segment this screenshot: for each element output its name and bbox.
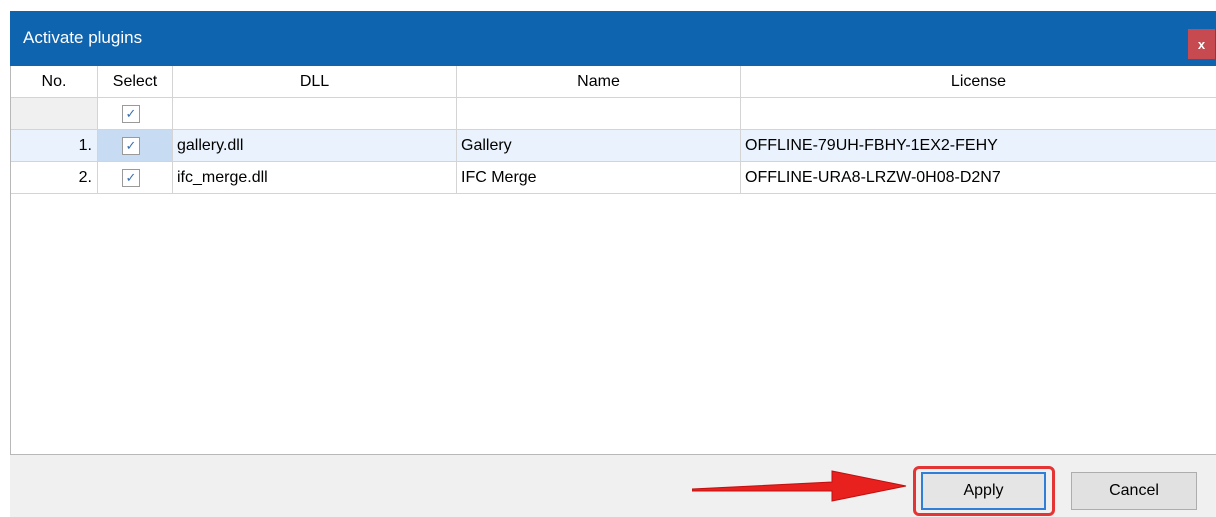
title-bar: Activate plugins x (10, 11, 1216, 66)
dialog-title: Activate plugins (23, 28, 143, 47)
row-select-cell: ✓ (98, 130, 173, 162)
filter-license-cell[interactable] (741, 98, 1216, 130)
activate-plugins-dialog: Activate plugins x No. Select DLL Name L… (10, 11, 1216, 517)
filter-dll-cell[interactable] (173, 98, 457, 130)
red-arrow-icon (692, 470, 907, 502)
column-header-license[interactable]: License (741, 66, 1216, 98)
row-select-checkbox[interactable]: ✓ (122, 136, 140, 155)
row-number: 1. (11, 130, 98, 162)
filter-name-cell[interactable] (457, 98, 741, 130)
row-select-cell: ✓ (98, 162, 173, 194)
plugins-grid: No. Select DLL Name License ✓ 1. ✓ galle… (10, 66, 1216, 455)
name-cell[interactable]: Gallery (457, 130, 741, 162)
select-all-checkbox[interactable]: ✓ (122, 104, 140, 123)
column-header-dll[interactable]: DLL (173, 66, 457, 98)
row-select-checkbox[interactable]: ✓ (122, 168, 140, 187)
column-header-no[interactable]: No. (11, 66, 98, 98)
column-header-name[interactable]: Name (457, 66, 741, 98)
license-cell[interactable]: OFFLINE-79UH-FBHY-1EX2-FEHY (741, 130, 1216, 162)
row-number: 2. (11, 162, 98, 194)
name-cell[interactable]: IFC Merge (457, 162, 741, 194)
apply-button[interactable]: Apply (921, 472, 1046, 510)
license-cell[interactable]: OFFLINE-URA8-LRZW-0H08-D2N7 (741, 162, 1216, 194)
dll-cell[interactable]: gallery.dll (173, 130, 457, 162)
close-button[interactable]: x (1188, 29, 1215, 59)
filter-row-select-cell: ✓ (98, 98, 173, 130)
cancel-button[interactable]: Cancel (1071, 472, 1197, 510)
dll-cell[interactable]: ifc_merge.dll (173, 162, 457, 194)
column-header-select[interactable]: Select (98, 66, 173, 98)
filter-row-no-cell (11, 98, 98, 130)
